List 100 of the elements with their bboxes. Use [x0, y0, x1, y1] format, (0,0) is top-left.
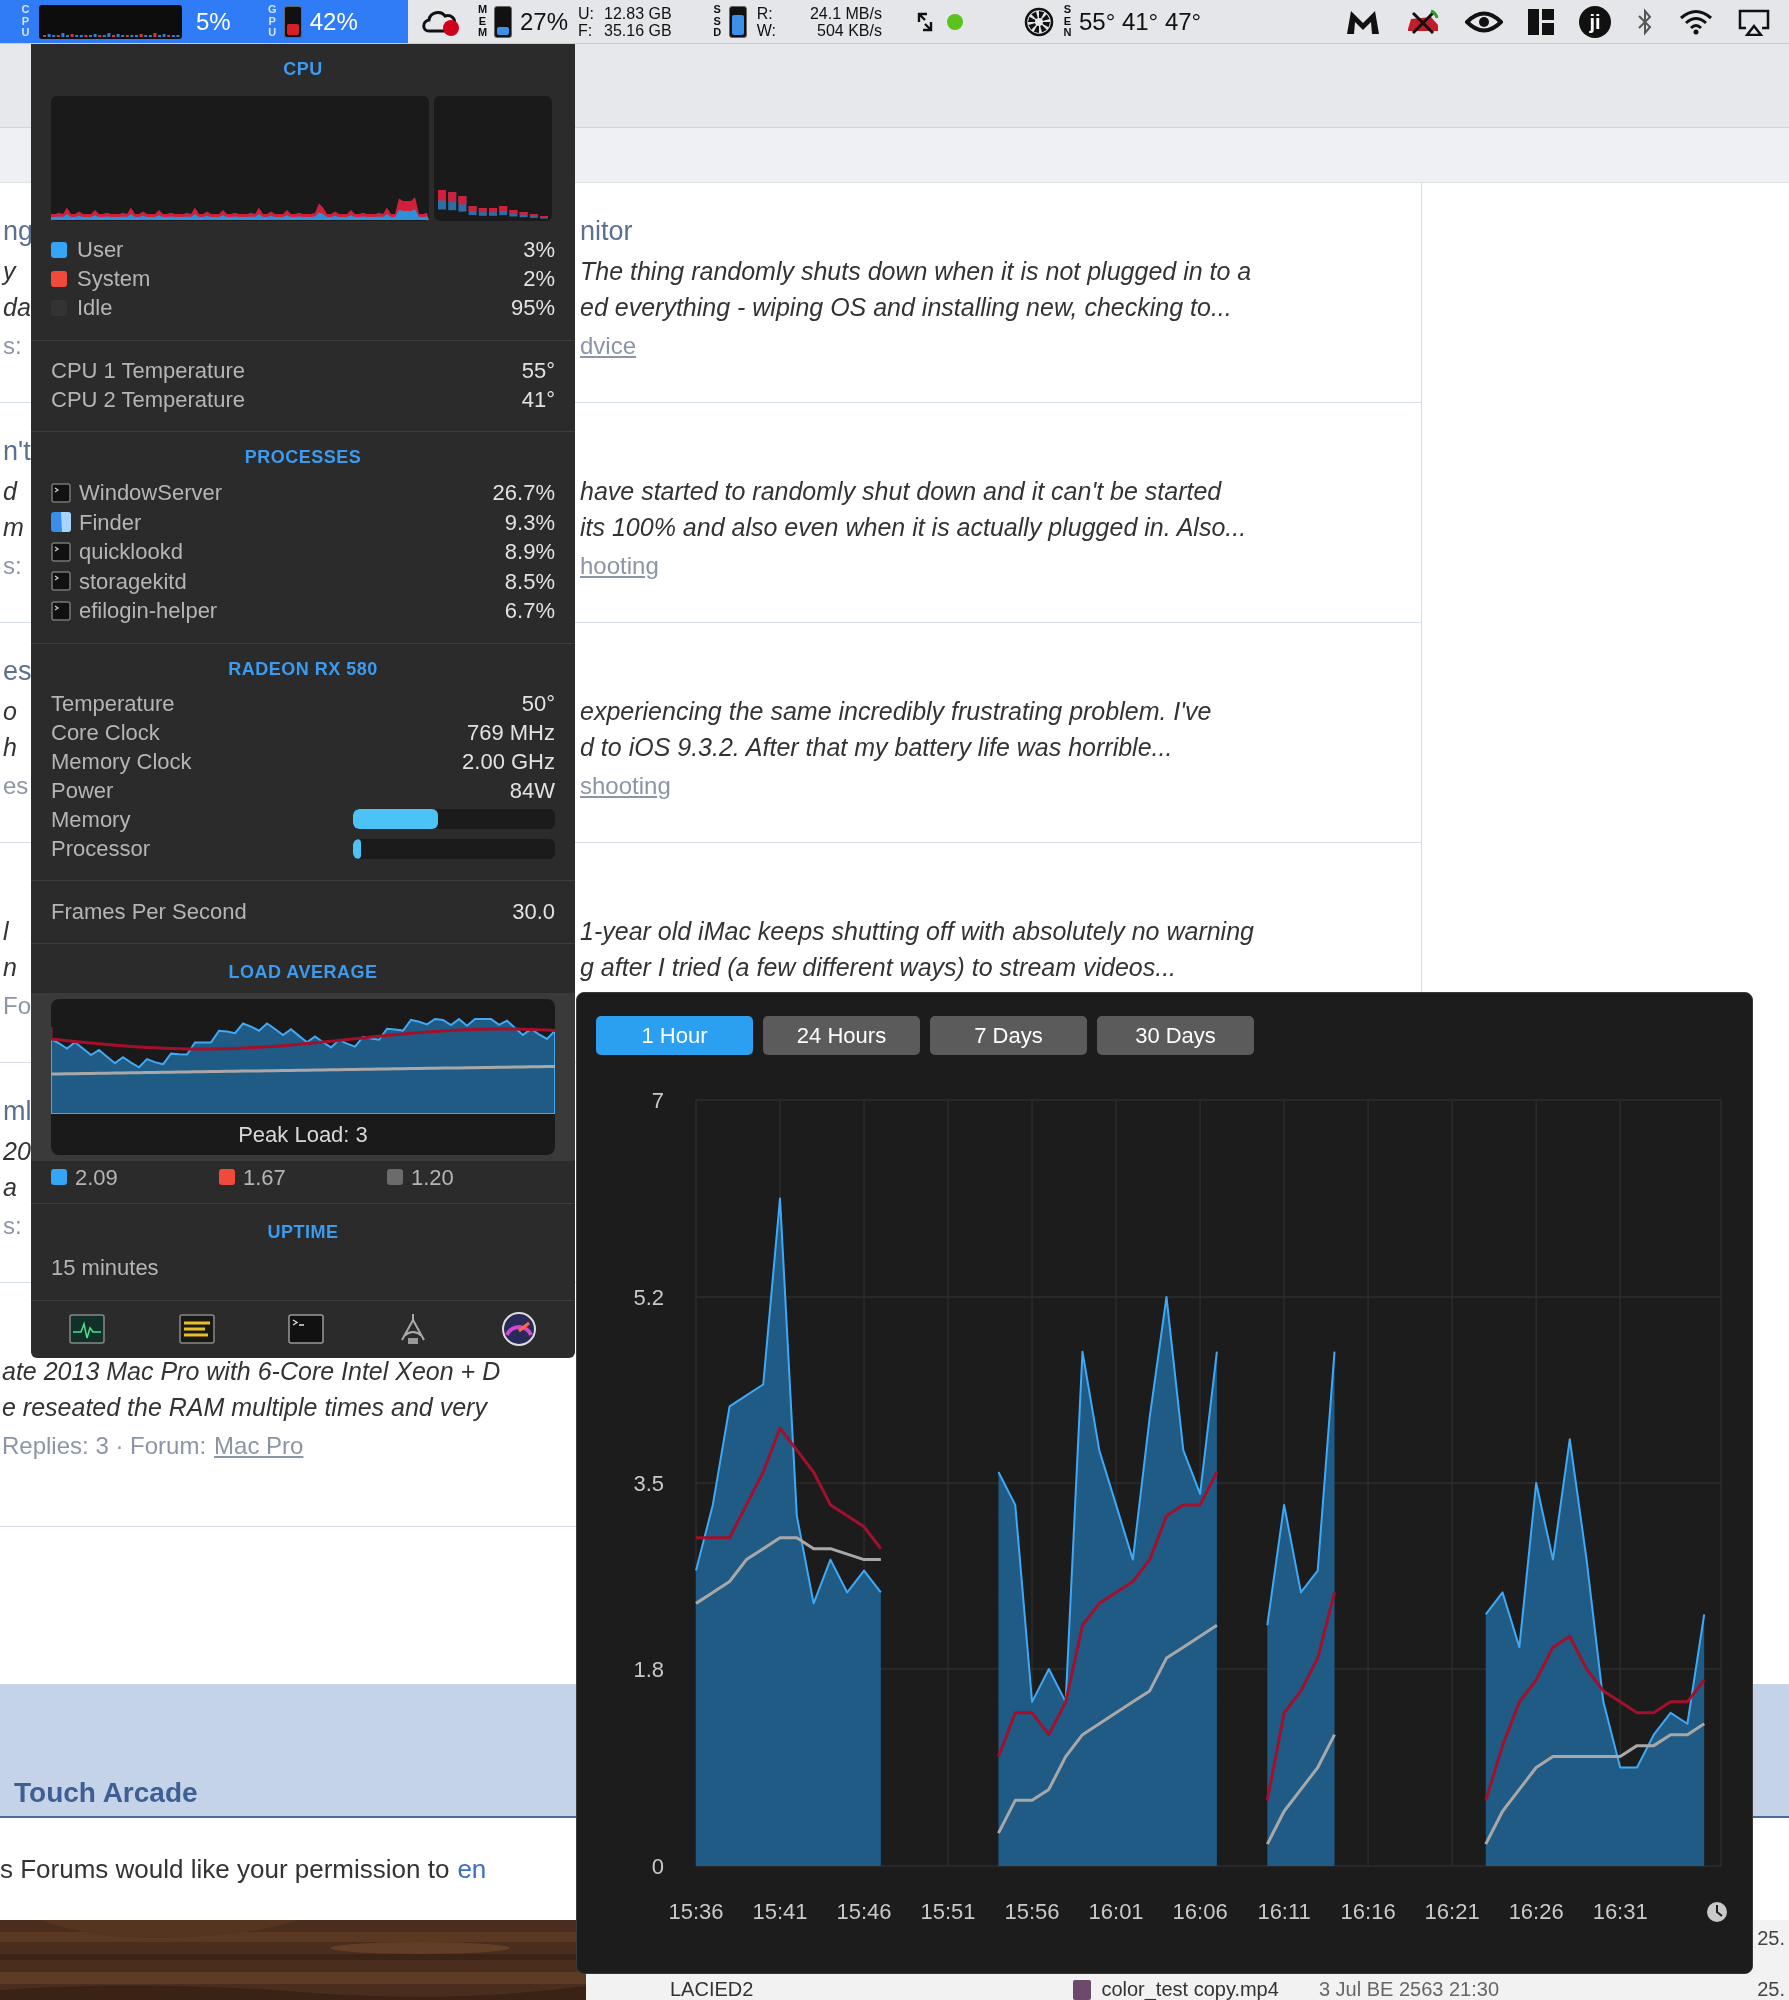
axis-label: 15:46	[836, 1899, 892, 1924]
thread-title: n't	[3, 434, 31, 468]
file-size: 25.	[1757, 1978, 1786, 2000]
axis-label: 16:06	[1172, 1899, 1228, 1924]
stat-value: 504 KB/s	[816, 21, 882, 39]
axis-label: 15:36	[668, 1899, 724, 1924]
axis-label: 16:21	[1424, 1899, 1480, 1924]
forum-link[interactable]: hooting	[580, 548, 659, 584]
activity-monitor-icon[interactable]	[69, 1314, 105, 1345]
legend-label: Idle	[77, 294, 113, 322]
forum-link[interactable]: dvice	[580, 328, 637, 364]
vertical-label: MEM	[477, 4, 488, 39]
uptime-value: 15 minutes	[51, 1253, 160, 1282]
axis-label: 15:41	[752, 1899, 808, 1924]
time-range-tab[interactable]: 1 Hour	[596, 1016, 753, 1055]
process-name: quicklookd	[79, 538, 183, 567]
axis-label: 15:56	[1004, 1899, 1060, 1924]
gpu-meter	[283, 5, 302, 38]
time-range-tab[interactable]: 30 Days	[1097, 1016, 1254, 1055]
stat-label: R:	[756, 4, 774, 22]
gauge-icon[interactable]	[501, 1311, 537, 1348]
axis-label: 5.2	[633, 1284, 664, 1310]
file-size: 25.	[1757, 1926, 1785, 1951]
stat-value: 55°	[521, 357, 555, 385]
vertical-label: CPU	[20, 4, 31, 39]
clock-icon[interactable]	[1707, 1902, 1727, 1922]
thread-snippet: n	[3, 952, 17, 984]
stat-label: CPU 2 Temperature	[51, 386, 245, 414]
stat-value: 41°	[521, 386, 555, 414]
section-title: RADEON RX 580	[227, 657, 379, 681]
memory-meter	[494, 5, 512, 38]
legend-value: 1.20	[411, 1163, 454, 1192]
thread-meta: s:	[3, 331, 22, 361]
terminal-icon	[51, 571, 71, 592]
thread-snippet: The thing randomly shuts down when it is not plugged in to a	[580, 256, 1252, 288]
stat-value: 30.0	[512, 898, 555, 926]
stat-label: Memory Clock	[51, 747, 192, 776]
disk-meter	[728, 5, 747, 38]
axis-label: 16:31	[1592, 1899, 1648, 1924]
stat-value: 12.83 GB	[604, 4, 672, 22]
axis-label: 3.5	[633, 1471, 664, 1496]
thread-meta: Fo	[3, 991, 31, 1021]
thread-meta: es	[3, 771, 29, 801]
terminal-icon	[51, 482, 71, 503]
layout-icon[interactable]	[1527, 7, 1555, 36]
terminal-icon[interactable]	[288, 1314, 324, 1345]
stat-label: U:	[578, 4, 595, 22]
temperature-readings: 55° 41° 47°	[1078, 6, 1202, 37]
cpu-percentage: 5%	[196, 6, 231, 37]
app-icon	[51, 512, 71, 533]
process-usage: 26.7%	[492, 479, 555, 508]
status-dot-icon	[945, 12, 964, 31]
consent-link[interactable]: en	[457, 1850, 487, 1889]
stat-label: W:	[756, 21, 776, 39]
section-title: LOAD AVERAGE	[227, 960, 379, 984]
legend-value: 1.67	[243, 1163, 286, 1192]
process-usage: 6.7%	[504, 597, 555, 626]
cpu-load-graph[interactable]	[39, 4, 182, 39]
airplay-icon[interactable]	[1737, 7, 1771, 36]
forum-link[interactable]: Mac Pro	[214, 1428, 304, 1464]
thread-snippet: y	[3, 256, 16, 288]
thread-snippet: l	[3, 916, 9, 948]
axis-label: 16:16	[1340, 1899, 1396, 1924]
vertical-label: GPU	[266, 4, 278, 39]
process-usage: 8.5%	[504, 567, 555, 596]
thread-meta: s:	[3, 551, 22, 581]
time-range-tab[interactable]: 7 Days	[930, 1016, 1087, 1055]
axis-label: 7	[651, 1088, 664, 1113]
stat-label: Memory	[51, 805, 131, 834]
axis-label: 16:01	[1088, 1899, 1144, 1924]
stat-value: 50°	[521, 689, 555, 718]
banner-title: Touch Arcade	[14, 1776, 198, 1810]
stat-label: Processor	[51, 835, 151, 864]
stat-value: 769 MHz	[466, 718, 555, 747]
console-log-icon[interactable]	[178, 1314, 215, 1345]
memory-percentage: 27%	[520, 6, 569, 37]
terminal-icon	[51, 541, 71, 562]
thread-snippet: have started to randomly shut down and it can't be started	[580, 476, 1222, 508]
forum-link[interactable]: shooting	[580, 768, 671, 804]
thread-snippet: g after I tried (a few different ways) to stream videos...	[580, 952, 1177, 984]
stat-label: Power	[51, 776, 114, 805]
wifi-icon[interactable]	[1679, 8, 1713, 35]
thread-title: ml	[3, 1094, 32, 1128]
legend-value: 2.09	[75, 1163, 118, 1192]
time-range-tab[interactable]: 24 Hours	[763, 1016, 920, 1055]
stat-label: Temperature	[51, 689, 175, 718]
legend-value: 3%	[523, 236, 555, 264]
file-name: color_test copy.mp4	[1101, 1978, 1279, 2000]
process-name: Finder	[79, 508, 142, 537]
app-badge[interactable]: ji	[1579, 5, 1611, 38]
vertical-label: SSD	[712, 4, 723, 39]
peak-load-label: Peak Load: 3	[237, 1120, 369, 1149]
stat-value: 84W	[509, 776, 555, 805]
legend-label: User	[77, 236, 124, 264]
thread-meta: Replies: 3 · Forum:	[2, 1431, 207, 1461]
legend-value: 2%	[523, 265, 555, 293]
fan-icon[interactable]	[1023, 6, 1054, 37]
axis-label: 0	[651, 1854, 664, 1879]
disk-name: LACIED2	[670, 1978, 754, 2000]
stat-value: 24.1 MB/s	[809, 4, 882, 22]
